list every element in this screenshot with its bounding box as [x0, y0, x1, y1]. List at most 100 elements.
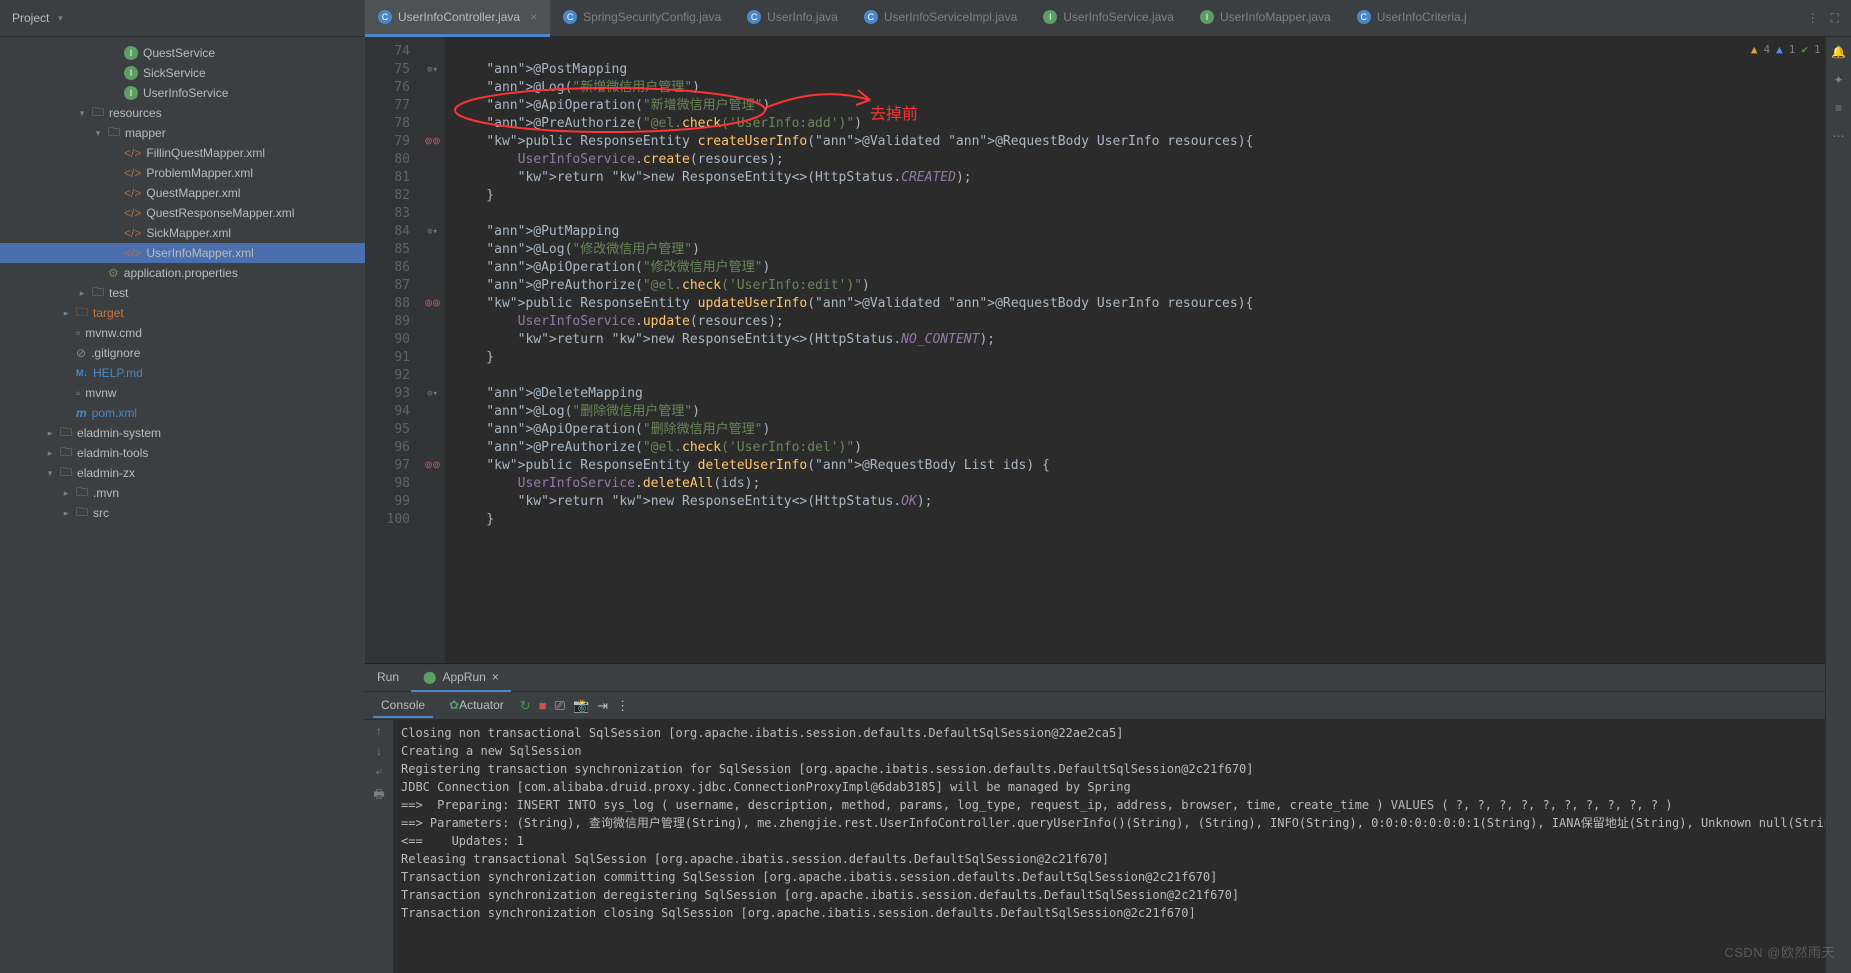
tree-label: target: [93, 306, 124, 320]
tree-label: .mvn: [93, 486, 119, 500]
tree-label: QuestResponseMapper.xml: [146, 206, 294, 220]
close-icon[interactable]: ×: [526, 10, 537, 24]
editor-tab[interactable]: IUserInfoMapper.java: [1187, 0, 1344, 37]
tree-label: eladmin-tools: [77, 446, 148, 460]
tree-item[interactable]: mpom.xml: [0, 403, 365, 423]
more-icon[interactable]: ⋮: [616, 698, 629, 714]
right-tool-rail: 🔔 ✦ ≡ ⋯: [1825, 37, 1851, 973]
tree-item[interactable]: ⚙application.properties: [0, 263, 365, 283]
chevron-down-icon: ▾: [55, 13, 65, 24]
dump-icon[interactable]: 📸: [573, 698, 589, 714]
tree-item[interactable]: </> FillinQuestMapper.xml: [0, 143, 365, 163]
tree-item[interactable]: ▾🗀mapper: [0, 123, 365, 143]
console-output[interactable]: Closing non transactional SqlSession [or…: [393, 720, 1851, 973]
line-gutter: 7475767778798081828384858687888990919293…: [365, 37, 420, 663]
chevron-icon[interactable]: ▸: [45, 448, 55, 459]
soft-wrap-icon[interactable]: ⤶: [376, 764, 383, 779]
folder-icon: 🗀: [60, 463, 72, 484]
file-type-icon: I: [1200, 10, 1214, 24]
scroll-down-icon[interactable]: ↓: [376, 744, 382, 758]
scroll-up-icon[interactable]: ↑: [376, 724, 382, 738]
tree-item[interactable]: ▸🗀eladmin-system: [0, 423, 365, 443]
print-icon[interactable]: 🖶: [373, 785, 384, 806]
tree-item[interactable]: ▸🗀eladmin-tools: [0, 443, 365, 463]
chevron-icon[interactable]: ▸: [61, 488, 71, 499]
tree-item[interactable]: ▸ 🗀 src: [0, 503, 365, 523]
git-icon: ⊘: [76, 346, 86, 360]
weak-warning-icon: ▲: [1776, 43, 1783, 56]
close-icon[interactable]: ×: [492, 670, 499, 684]
prop-icon: ⚙: [108, 266, 119, 280]
tree-label: pom.xml: [92, 406, 137, 420]
db-icon[interactable]: ≡: [1835, 101, 1842, 115]
tree-item[interactable]: </>UserInfoMapper.xml: [0, 243, 365, 263]
tree-item[interactable]: ▸🗀.mvn: [0, 483, 365, 503]
tree-item[interactable]: ▾ 🗀 eladmin-zx: [0, 463, 365, 483]
editor-tab[interactable]: CUserInfo.java: [734, 0, 851, 37]
project-tool-label[interactable]: Project ▾: [0, 11, 77, 25]
project-sidebar: IQuestServiceISickServiceIUserInfoServic…: [0, 37, 365, 973]
editor-tab[interactable]: CUserInfoController.java×: [365, 0, 550, 37]
xml-icon: </>: [124, 146, 141, 160]
tree-item[interactable]: IQuestService: [0, 43, 365, 63]
code-editor[interactable]: 7475767778798081828384858687888990919293…: [365, 37, 1851, 663]
editor-tab[interactable]: IUserInfoService.java: [1030, 0, 1187, 37]
tree-item[interactable]: </>ProblemMapper.xml: [0, 163, 365, 183]
ai-icon[interactable]: ✦: [1833, 73, 1843, 87]
md-icon: M↓: [76, 368, 88, 378]
xml-icon: </>: [124, 166, 141, 180]
tree-label: .gitignore: [91, 346, 140, 360]
code-content[interactable]: "ann">@PostMapping "ann">@Log("新增微信用户管理"…: [445, 37, 1851, 663]
tree-item[interactable]: </>SickMapper.xml: [0, 223, 365, 243]
tree-label: HELP.md: [93, 366, 143, 380]
tree-label: FillinQuestMapper.xml: [146, 146, 265, 160]
expand-icon[interactable]: ⛶: [1831, 11, 1839, 26]
tree-item[interactable]: ▫mvnw.cmd: [0, 323, 365, 343]
more-icon[interactable]: ⋮: [1807, 11, 1819, 26]
chevron-icon[interactable]: ▸: [61, 508, 71, 519]
editor-tab[interactable]: CUserInfoCriteria.j: [1344, 0, 1480, 37]
app-run-tab[interactable]: ⬤ AppRun ×: [411, 664, 511, 692]
tree-item[interactable]: </>QuestResponseMapper.xml: [0, 203, 365, 223]
tree-item[interactable]: ISickService: [0, 63, 365, 83]
chevron-icon[interactable]: ▾: [93, 128, 103, 139]
tree-label: UserInfoService: [143, 86, 228, 100]
spring-icon: ✿: [449, 698, 459, 712]
tree-label: src: [93, 506, 109, 520]
tree-item[interactable]: ▸🗀test: [0, 283, 365, 303]
chevron-icon[interactable]: ▸: [45, 428, 55, 439]
project-tree[interactable]: IQuestServiceISickServiceIUserInfoServic…: [0, 37, 365, 973]
console-subtab[interactable]: Console: [373, 694, 433, 718]
tree-label: resources: [109, 106, 162, 120]
tree-item[interactable]: IUserInfoService: [0, 83, 365, 103]
tree-label: eladmin-zx: [77, 466, 135, 480]
tree-item[interactable]: </>QuestMapper.xml: [0, 183, 365, 203]
file-type-icon: C: [1357, 10, 1371, 24]
run-tool-window: Run ⬤ AppRun × Console ✿ Actuator ↻ ■ ⎚ …: [365, 663, 1851, 973]
tree-item[interactable]: ▸🗀target: [0, 303, 365, 323]
run-tab[interactable]: Run: [365, 664, 411, 692]
folder-icon: 🗀: [76, 503, 88, 524]
snapshot-icon[interactable]: ⎚: [555, 698, 565, 714]
editor-tab[interactable]: CSpringSecurityConfig.java: [550, 0, 734, 37]
tree-item[interactable]: ▾🗀resources: [0, 103, 365, 123]
more-icon[interactable]: ⋯: [1833, 129, 1845, 143]
gutter-marks: ⊙▾⊚⊚⊙▾⊚⊚⊙▾⊚⊚: [420, 37, 445, 663]
interface-icon: I: [124, 66, 138, 80]
editor-tab[interactable]: CUserInfoServiceImpl.java: [851, 0, 1030, 37]
exit-icon[interactable]: ⇥: [597, 698, 608, 714]
tree-item[interactable]: M↓ HELP.md: [0, 363, 365, 383]
tree-item[interactable]: ⊘ .gitignore: [0, 343, 365, 363]
console-toolbar: ↑ ↓ ⤶ 🖶: [365, 720, 393, 973]
tree-label: test: [109, 286, 128, 300]
stop-icon[interactable]: ■: [539, 698, 547, 713]
tree-item[interactable]: ▫mvnw: [0, 383, 365, 403]
chevron-icon[interactable]: ▾: [45, 468, 55, 479]
chevron-icon[interactable]: ▸: [61, 308, 71, 319]
chevron-icon[interactable]: ▸: [77, 288, 87, 299]
tree-label: mvnw.cmd: [85, 326, 142, 340]
actuator-subtab[interactable]: ✿ Actuator: [441, 694, 512, 718]
notifications-icon[interactable]: 🔔: [1831, 45, 1846, 59]
chevron-icon[interactable]: ▾: [77, 108, 87, 119]
rerun-icon[interactable]: ↻: [520, 698, 531, 714]
